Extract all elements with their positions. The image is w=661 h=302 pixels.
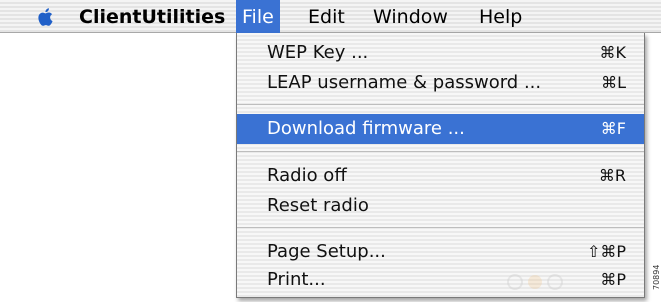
menu-item-leap-credentials[interactable]: LEAP username & password ... ⌘L <box>237 68 644 98</box>
menu-item-reset-radio[interactable]: Reset radio <box>237 191 644 221</box>
menu-item-label: Radio off <box>267 165 347 186</box>
file-menu[interactable]: File <box>236 0 280 33</box>
figure-code: 70894 <box>652 264 661 290</box>
menu-separator <box>237 151 644 152</box>
file-menu-dropdown: WEP Key ... ⌘K LEAP username & password … <box>236 33 645 298</box>
menu-item-shortcut: ⌘F <box>600 119 626 138</box>
window-menu[interactable]: Window <box>373 0 448 33</box>
menu-separator <box>237 227 644 228</box>
menu-item-label: Page Setup... <box>267 241 386 262</box>
menu-separator <box>237 104 644 105</box>
menu-bar: ClientUtilities File Edit Window Help <box>0 0 661 33</box>
menu-item-wep-key[interactable]: WEP Key ... ⌘K <box>237 38 644 68</box>
menu-item-radio-off[interactable]: Radio off ⌘R <box>237 161 644 191</box>
menu-item-shortcut: ⌘R <box>598 166 626 185</box>
menu-item-page-setup[interactable]: Page Setup... ⇧⌘P <box>237 237 644 267</box>
menu-item-label: Print... <box>267 269 326 290</box>
app-menu[interactable]: ClientUtilities <box>79 0 225 33</box>
menu-item-label: LEAP username & password ... <box>267 72 542 93</box>
menu-item-print[interactable]: Print... ⌘P <box>237 265 644 295</box>
window-buttons-ghost-icon <box>507 274 563 290</box>
menu-item-shortcut: ⌘P <box>600 270 626 289</box>
menu-item-shortcut: ⌘L <box>601 73 626 92</box>
menu-item-label: WEP Key ... <box>267 42 369 63</box>
menu-item-label: Reset radio <box>267 195 369 216</box>
menu-item-shortcut: ⇧⌘P <box>586 242 626 261</box>
menu-item-download-firmware[interactable]: Download firmware ... ⌘F <box>237 114 644 144</box>
help-menu[interactable]: Help <box>479 0 522 33</box>
menu-item-label: Download firmware ... <box>267 118 465 139</box>
edit-menu[interactable]: Edit <box>308 0 345 33</box>
menu-item-shortcut: ⌘K <box>599 43 627 62</box>
apple-logo-icon[interactable] <box>34 6 58 28</box>
